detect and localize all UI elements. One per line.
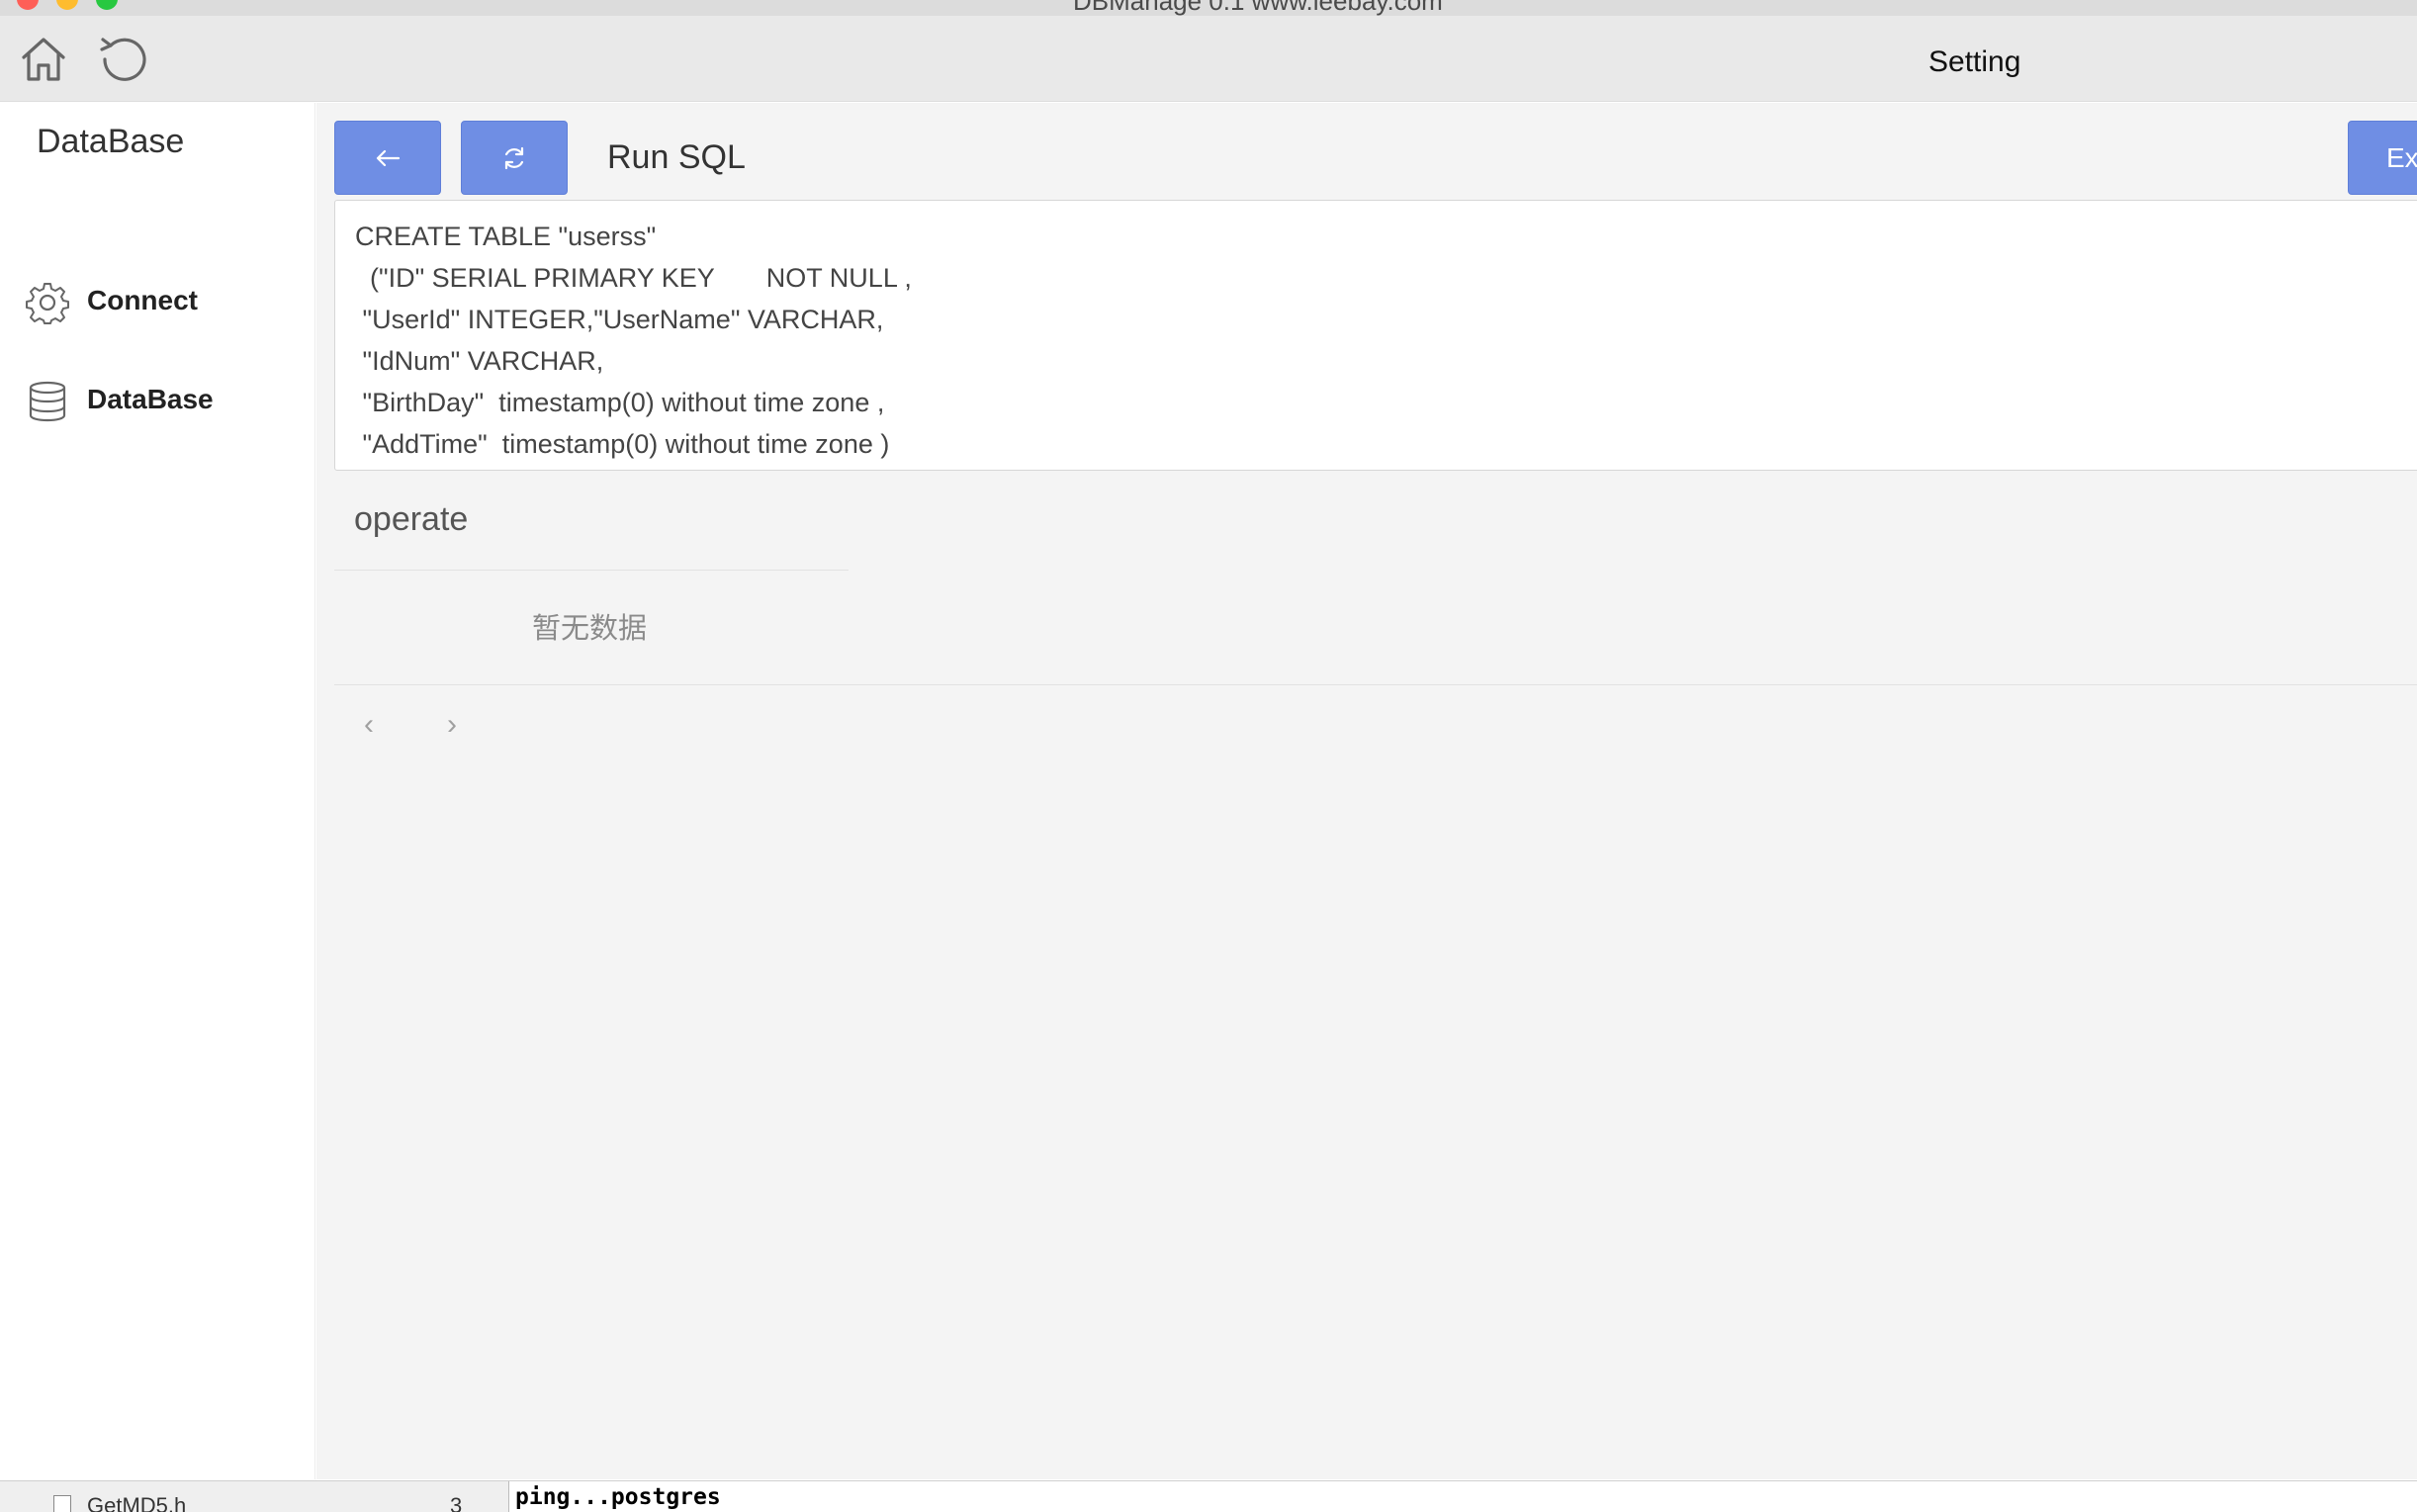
database-icon <box>26 380 69 423</box>
table-column-header: operate <box>334 479 849 571</box>
sidebar: DataBase Connect DataBase <box>2 103 315 1479</box>
arrow-left-icon <box>376 149 401 166</box>
console-output: ping...postgres <box>508 1481 2417 1512</box>
sidebar-item-database[interactable]: DataBase <box>2 366 314 435</box>
console-text: ping...postgres <box>515 1484 721 1510</box>
reload-icon[interactable] <box>97 34 148 85</box>
window-titlebar: DBManage 0.1 www.ieebay.com <box>0 0 2417 17</box>
close-window-button[interactable] <box>17 0 39 10</box>
app-toolbar: Setting <box>0 16 2417 102</box>
sidebar-item-connect[interactable]: Connect <box>2 267 314 336</box>
refresh-button[interactable] <box>461 121 568 195</box>
sidebar-header: DataBase <box>37 123 185 160</box>
execute-button[interactable]: Ex <box>2348 121 2417 195</box>
file-name[interactable]: GetMD5.h <box>87 1493 186 1512</box>
background-window-strip: GetMD5.h 3 ping...postgres <box>0 1480 2417 1512</box>
table-divider <box>334 684 2417 685</box>
minimize-window-button[interactable] <box>56 0 78 10</box>
file-icon <box>53 1495 71 1512</box>
toolbar-title: Setting <box>1928 45 2021 78</box>
pager-next-button[interactable]: › <box>447 708 457 742</box>
home-icon[interactable] <box>18 34 69 85</box>
sidebar-item-label: Connect <box>87 285 198 315</box>
gear-icon <box>26 281 69 324</box>
sidebar-item-label: DataBase <box>87 384 214 414</box>
page-title: Run SQL <box>607 138 746 176</box>
zoom-window-button[interactable] <box>96 0 118 10</box>
main-panel: Run SQL Ex CREATE TABLE "userss" ("ID" S… <box>316 103 2417 1479</box>
column-header-operate: operate <box>354 500 469 538</box>
sql-editor[interactable]: CREATE TABLE "userss" ("ID" SERIAL PRIMA… <box>334 200 2417 471</box>
window-title: DBManage 0.1 www.ieebay.com <box>1073 0 1443 16</box>
empty-table-text: 暂无数据 <box>532 613 648 645</box>
pager-prev-button[interactable]: ‹ <box>364 708 374 742</box>
refresh-icon <box>504 146 524 169</box>
file-count: 3 <box>450 1493 463 1512</box>
back-button[interactable] <box>334 121 441 195</box>
